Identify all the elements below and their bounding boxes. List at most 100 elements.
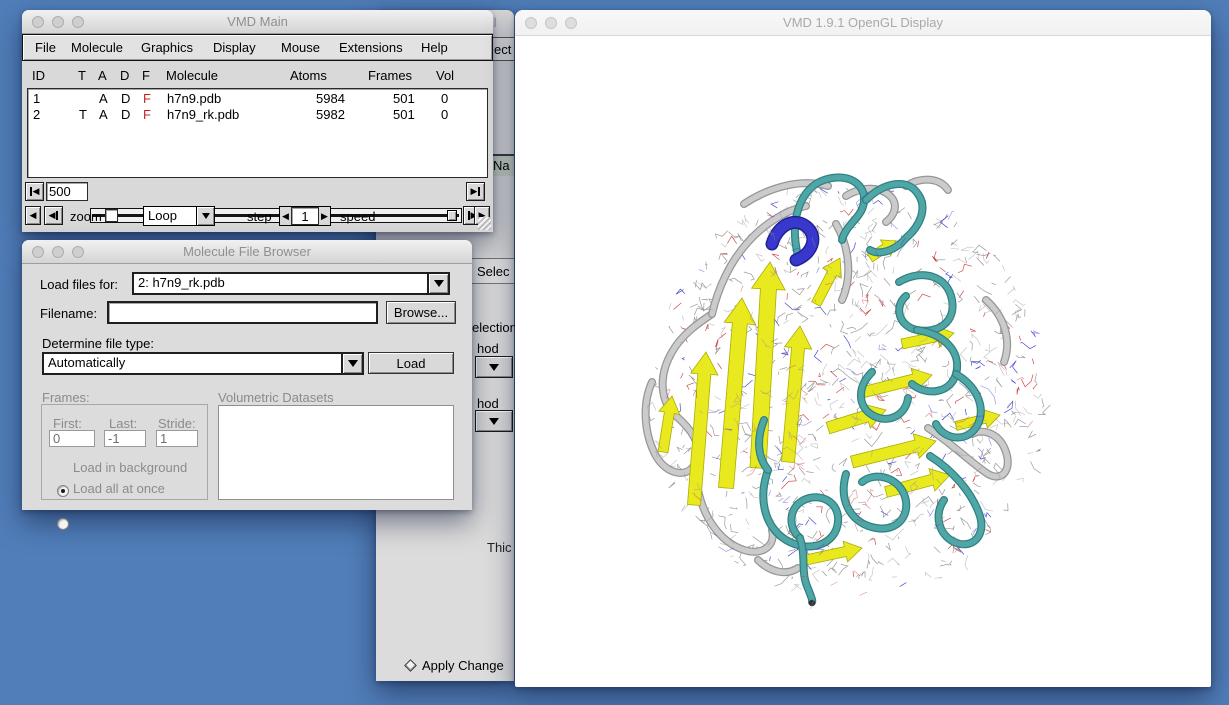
step-spinner: ◀ 1 ▶ bbox=[279, 206, 331, 226]
row-f-flag[interactable]: F bbox=[143, 91, 151, 106]
chevron-down-icon bbox=[434, 280, 444, 287]
loop-value: Loop bbox=[144, 207, 196, 225]
apply-changes-checkbox[interactable]: Apply Change bbox=[406, 658, 504, 673]
molecule-table-header: ID T A D F Molecule Atoms Frames Vol bbox=[22, 68, 493, 86]
thickness-label-fragment: Thic bbox=[487, 540, 512, 555]
name-column-fragment: Na bbox=[493, 158, 510, 173]
browse-button[interactable]: Browse... bbox=[386, 301, 456, 324]
frame-input[interactable] bbox=[47, 183, 87, 200]
step-value[interactable]: 1 bbox=[291, 207, 319, 225]
load-button[interactable]: Load bbox=[368, 352, 454, 374]
table-row[interactable]: 2 T A D F h7n9_rk.pdb 5982 501 0 bbox=[28, 107, 487, 123]
jump-to-end-button[interactable]: ▶ bbox=[466, 182, 485, 201]
row-atoms: 5982 bbox=[316, 107, 345, 122]
resize-grip[interactable] bbox=[478, 217, 491, 230]
opengl-titlebar[interactable]: VMD 1.9.1 OpenGL Display bbox=[515, 10, 1211, 36]
vmd-main-titlebar[interactable]: VMD Main bbox=[22, 10, 493, 34]
stride-entry[interactable]: 1 bbox=[156, 430, 198, 447]
molecule-file-browser-window[interactable]: Molecule File Browser Load files for: 2:… bbox=[22, 240, 472, 510]
menu-help[interactable]: Help bbox=[421, 35, 448, 60]
zoom-checkbox[interactable] bbox=[105, 209, 118, 222]
row-d-flag[interactable]: D bbox=[121, 107, 130, 122]
file-type-value: Automatically bbox=[44, 354, 341, 373]
selected-atoms-fragment: Selec bbox=[477, 264, 510, 279]
loop-dropdown[interactable]: Loop bbox=[143, 206, 215, 226]
bar-icon bbox=[478, 187, 480, 196]
coloring-method-label-fragment: hod bbox=[477, 341, 499, 356]
col-d: D bbox=[120, 68, 129, 83]
zoom-button[interactable] bbox=[72, 16, 84, 28]
minimize-button[interactable] bbox=[52, 246, 64, 258]
col-f: F bbox=[142, 68, 150, 83]
selection-tab-fragment: election bbox=[472, 320, 517, 335]
row-f-flag[interactable]: F bbox=[143, 107, 151, 122]
close-button[interactable] bbox=[525, 17, 537, 29]
jump-to-start-button[interactable]: ◀ bbox=[25, 182, 44, 201]
molecule-select-dropdown[interactable]: 2: h7n9_rk.pdb bbox=[132, 272, 450, 295]
close-button[interactable] bbox=[32, 246, 44, 258]
filename-entry[interactable] bbox=[107, 301, 378, 324]
bar-icon bbox=[56, 211, 58, 220]
menu-mouse[interactable]: Mouse bbox=[281, 35, 320, 60]
col-frames: Frames bbox=[368, 68, 412, 83]
coloring-method-dropdown[interactable] bbox=[475, 356, 513, 378]
row-a-flag[interactable]: A bbox=[99, 107, 108, 122]
col-t: T bbox=[78, 68, 86, 83]
col-a: A bbox=[98, 68, 107, 83]
drawing-method-dropdown[interactable] bbox=[475, 410, 513, 432]
file-browser-titlebar[interactable]: Molecule File Browser bbox=[22, 240, 472, 264]
zoom-button[interactable] bbox=[72, 246, 84, 258]
filename-input[interactable] bbox=[109, 303, 376, 322]
zoom-label: zoom bbox=[70, 209, 102, 224]
vmd-main-window[interactable]: VMD Main File Molecule Graphics Display … bbox=[22, 10, 493, 232]
chevron-down-icon bbox=[489, 364, 499, 371]
row-t-flag[interactable]: T bbox=[79, 107, 87, 122]
row-d-flag[interactable]: D bbox=[121, 91, 130, 106]
col-atoms: Atoms bbox=[290, 68, 327, 83]
play-reverse-button[interactable]: ◀ bbox=[25, 206, 41, 225]
volumetric-datasets-list[interactable] bbox=[218, 405, 454, 500]
close-button[interactable] bbox=[32, 16, 44, 28]
menu-extensions[interactable]: Extensions bbox=[339, 35, 403, 60]
first-entry[interactable]: 0 bbox=[49, 430, 95, 447]
step-back-button[interactable]: ◀ bbox=[44, 206, 63, 225]
step-increment-button[interactable]: ▶ bbox=[319, 207, 330, 225]
loop-dropdown-button[interactable] bbox=[196, 207, 214, 225]
load-all-at-once-radio[interactable] bbox=[57, 518, 69, 530]
row-a-flag[interactable]: A bbox=[99, 91, 108, 106]
left-arrow-icon: ◀ bbox=[49, 211, 56, 220]
last-entry[interactable]: -1 bbox=[104, 430, 146, 447]
stride-label: Stride: bbox=[158, 416, 196, 431]
row-molecule-name: h7n9_rk.pdb bbox=[167, 107, 239, 122]
last-label: Last: bbox=[109, 416, 137, 431]
step-decrement-button[interactable]: ◀ bbox=[280, 207, 291, 225]
opengl-canvas[interactable] bbox=[515, 36, 1211, 687]
file-type-arrow-button[interactable] bbox=[341, 354, 362, 373]
zoom-button[interactable] bbox=[565, 17, 577, 29]
drawing-method-label-fragment: hod bbox=[477, 396, 499, 411]
row-id: 1 bbox=[33, 91, 40, 106]
stride-value: 1 bbox=[160, 431, 167, 446]
menu-molecule[interactable]: Molecule bbox=[71, 35, 123, 60]
load-in-background-radio[interactable] bbox=[57, 485, 69, 497]
file-type-dropdown[interactable]: Automatically bbox=[42, 352, 364, 375]
col-vol: Vol bbox=[436, 68, 454, 83]
load-files-for-label: Load files for: bbox=[40, 277, 118, 292]
load-all-at-once-label: Load all at once bbox=[73, 481, 165, 496]
table-row[interactable]: 1 A D F h7n9.pdb 5984 501 0 bbox=[28, 91, 487, 107]
row-frames: 501 bbox=[393, 107, 415, 122]
frame-entry[interactable] bbox=[46, 182, 88, 201]
opengl-display-window[interactable]: VMD 1.9.1 OpenGL Display bbox=[515, 10, 1211, 687]
step-label: step bbox=[247, 209, 272, 224]
menu-display[interactable]: Display bbox=[213, 35, 256, 60]
chevron-down-icon bbox=[202, 213, 210, 219]
menu-graphics[interactable]: Graphics bbox=[141, 35, 193, 60]
minimize-button[interactable] bbox=[545, 17, 557, 29]
molecule-viewport[interactable] bbox=[515, 36, 1211, 687]
molecule-select-arrow-button[interactable] bbox=[427, 274, 448, 293]
chevron-down-icon bbox=[348, 360, 358, 367]
menu-file[interactable]: File bbox=[35, 35, 56, 60]
file-type-label: Determine file type: bbox=[42, 336, 154, 351]
minimize-button[interactable] bbox=[52, 16, 64, 28]
slider-handle[interactable] bbox=[447, 210, 457, 221]
